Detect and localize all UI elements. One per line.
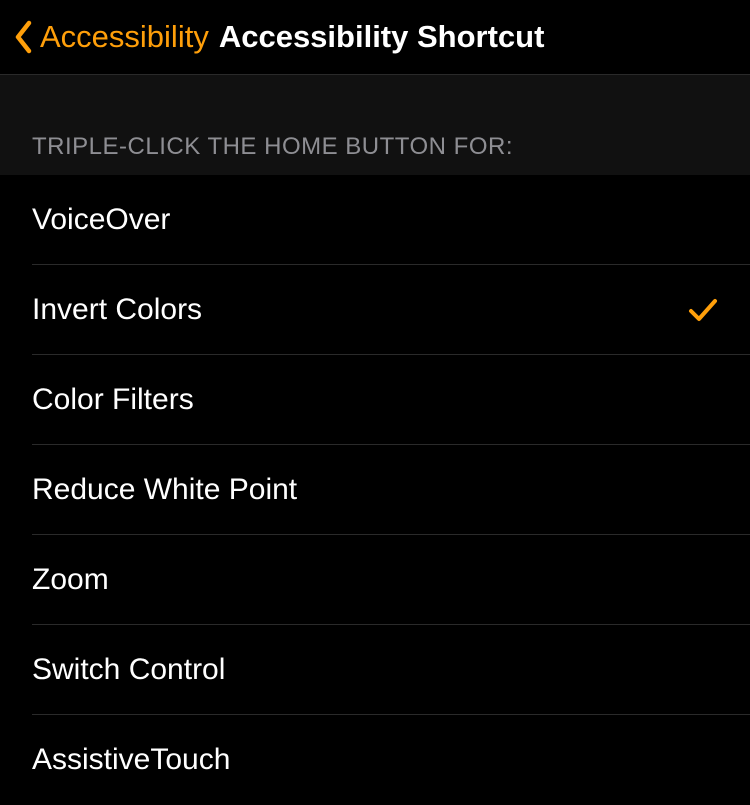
section-header: TRIPLE-CLICK THE HOME BUTTON FOR:: [0, 75, 750, 175]
back-button[interactable]: Accessibility: [14, 19, 209, 55]
list-item-label: AssistiveTouch: [32, 743, 230, 777]
list-item-label: Invert Colors: [32, 293, 202, 327]
list-item-label: Zoom: [32, 563, 109, 597]
list-item-label: Reduce White Point: [32, 473, 297, 507]
checkmark-icon: [688, 297, 718, 323]
list-item-invert-colors[interactable]: Invert Colors: [0, 265, 750, 355]
chevron-left-icon: [14, 20, 34, 54]
list-item-color-filters[interactable]: Color Filters: [0, 355, 750, 445]
back-label: Accessibility: [40, 19, 209, 55]
list-item-voiceover[interactable]: VoiceOver: [0, 175, 750, 265]
list-item-zoom[interactable]: Zoom: [0, 535, 750, 625]
shortcut-list: VoiceOver Invert Colors Color Filters Re…: [0, 175, 750, 805]
list-item-label: Color Filters: [32, 383, 194, 417]
list-item-switch-control[interactable]: Switch Control: [0, 625, 750, 715]
page-title: Accessibility Shortcut: [219, 19, 545, 55]
list-item-label: Switch Control: [32, 653, 225, 687]
list-item-reduce-white-point[interactable]: Reduce White Point: [0, 445, 750, 535]
list-item-assistivetouch[interactable]: AssistiveTouch: [0, 715, 750, 805]
list-item-label: VoiceOver: [32, 203, 170, 237]
navigation-bar: Accessibility Accessibility Shortcut: [0, 0, 750, 75]
